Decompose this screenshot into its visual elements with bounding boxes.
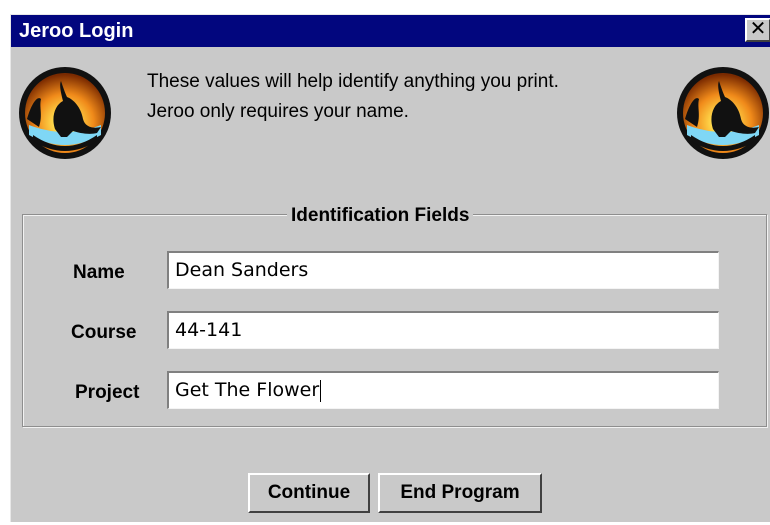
project-field[interactable]: Get The Flower	[167, 371, 719, 409]
course-value: 44-141	[175, 319, 243, 341]
window-title: Jeroo Login	[19, 20, 134, 42]
kangaroo-logo-icon	[677, 67, 769, 159]
name-label: Name	[73, 262, 125, 283]
group-title: Identification Fields	[287, 204, 474, 228]
jeroo-login-dialog: Jeroo Login ✕ These values will help ide…	[10, 14, 770, 522]
end-program-button[interactable]: End Program	[378, 473, 542, 513]
intro-line-1: These values will help identify anything…	[147, 71, 559, 92]
intro-line-2: Jeroo only requires your name.	[147, 101, 409, 122]
name-field[interactable]: Dean Sanders	[167, 251, 719, 289]
course-field[interactable]: 44-141	[167, 311, 719, 349]
course-label: Course	[71, 322, 137, 343]
close-icon: ✕	[749, 18, 767, 40]
title-bar: Jeroo Login ✕	[11, 15, 770, 47]
close-button[interactable]: ✕	[745, 18, 770, 42]
project-label: Project	[75, 382, 140, 403]
continue-button[interactable]: Continue	[248, 473, 370, 513]
name-value: Dean Sanders	[175, 259, 309, 281]
text-caret	[320, 379, 322, 402]
intro-text: These values will help identify anything…	[147, 67, 677, 127]
project-value: Get The Flower	[175, 379, 320, 401]
kangaroo-logo-icon	[19, 67, 111, 159]
